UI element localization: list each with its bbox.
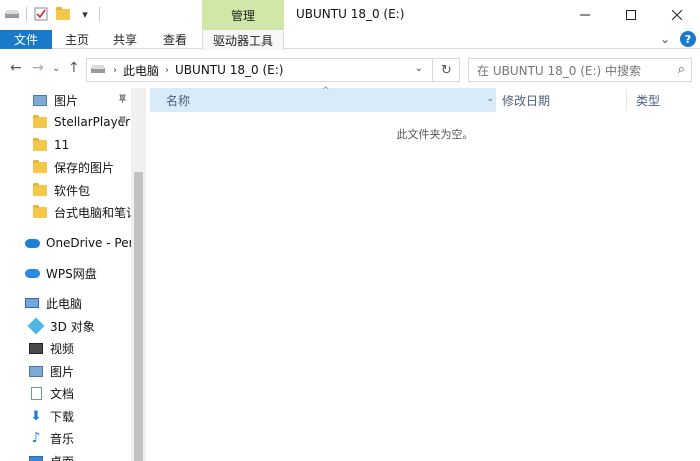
- tab-view[interactable]: 查看: [154, 30, 196, 49]
- minimize-button[interactable]: [562, 0, 608, 30]
- nav-item-label: 台式电脑和笔记: [54, 205, 139, 220]
- navigation-pane: 图片 StellarPlayer 11 保存的图片 软件包 台式电脑和笔记 On…: [0, 88, 146, 461]
- toolbar-divider: [26, 7, 27, 21]
- nav-item-label: 11: [54, 138, 70, 152]
- breadcrumb-drive[interactable]: UBUNTU 18_0 (E:): [175, 63, 283, 77]
- nav-item-label: 软件包: [54, 183, 91, 198]
- window-title: UBUNTU 18_0 (E:): [296, 7, 405, 21]
- nav-item-videos[interactable]: 视频: [28, 337, 74, 359]
- nav-item-this-pc[interactable]: 此电脑: [24, 292, 82, 314]
- folder-icon: [32, 137, 48, 152]
- chevron-down-icon[interactable]: ⌄: [415, 63, 423, 74]
- folder-icon: [32, 204, 48, 219]
- manage-tab[interactable]: 管理: [202, 0, 284, 30]
- dropdown-icon[interactable]: ▾: [77, 6, 93, 22]
- nav-pane-scroll-thumb[interactable]: [134, 172, 143, 461]
- nav-item-onedrive[interactable]: OneDrive - Perso: [24, 232, 146, 254]
- tab-file[interactable]: 文件: [0, 30, 52, 49]
- nav-item-stellarplayer[interactable]: StellarPlayer: [32, 111, 130, 133]
- desktop-icon: [28, 454, 44, 461]
- empty-folder-message: 此文件夹为空。: [396, 128, 474, 141]
- ribbon-tabs: 文件 主页 共享 查看 驱动器工具 ⌄ ?: [0, 30, 700, 50]
- column-header-date-modified[interactable]: 修改日期: [502, 88, 550, 112]
- nav-item-label: 视频: [50, 341, 75, 356]
- cloud-icon: [24, 266, 40, 280]
- title-bar: ▾ 管理 UBUNTU 18_0 (E:): [0, 0, 700, 30]
- picture-icon: [28, 364, 44, 378]
- picture-icon: [32, 93, 48, 107]
- nav-item-label: 此电脑: [46, 296, 83, 311]
- nav-item-desktop-laptop[interactable]: 台式电脑和笔记: [32, 201, 138, 223]
- nav-item-pictures[interactable]: 图片: [28, 360, 74, 382]
- close-button[interactable]: [654, 0, 700, 30]
- folder-icon[interactable]: [55, 6, 71, 22]
- nav-item-desktop[interactable]: 桌面: [28, 450, 74, 461]
- chevron-down-icon[interactable]: ⌄: [660, 32, 670, 46]
- nav-item-music[interactable]: ♪ 音乐: [28, 427, 74, 449]
- address-bar[interactable]: › 此电脑 › UBUNTU 18_0 (E:) ⌄: [86, 58, 460, 82]
- nav-item-label: 文档: [50, 386, 75, 401]
- music-icon: ♪: [31, 430, 41, 446]
- column-divider[interactable]: [626, 90, 627, 110]
- nav-item-downloads[interactable]: ⬇ 下载: [28, 405, 74, 427]
- maximize-button[interactable]: [608, 0, 654, 30]
- refresh-icon[interactable]: ↻: [432, 58, 460, 82]
- folder-icon: [32, 159, 48, 174]
- toolbar-divider: [99, 7, 100, 21]
- nav-item-label: 保存的图片: [54, 160, 115, 175]
- tab-share[interactable]: 共享: [104, 30, 146, 49]
- navigation-bar: ← → ⌄ ↑ › 此电脑 › UBUNTU 18_0 (E:) ⌄ ↻ 在 U…: [0, 50, 700, 88]
- tab-home[interactable]: 主页: [56, 30, 98, 49]
- onedrive-icon: [24, 236, 40, 250]
- search-icon[interactable]: ⌕: [678, 62, 685, 77]
- nav-item-label: 图片: [50, 364, 75, 379]
- forward-arrow-icon[interactable]: →: [32, 60, 44, 76]
- nav-item-3d-objects[interactable]: 3D 对象: [27, 315, 95, 337]
- tab-drive-tools[interactable]: 驱动器工具: [202, 30, 284, 50]
- quick-access-toolbar: ▾: [4, 6, 100, 22]
- nav-item-11[interactable]: 11: [32, 134, 69, 156]
- breadcrumb-separator: ›: [113, 64, 117, 76]
- checkbox-icon[interactable]: [33, 6, 49, 22]
- search-input[interactable]: 在 UBUNTU 18_0 (E:) 中搜索 ⌕: [468, 58, 692, 82]
- nav-item-documents[interactable]: 文档: [28, 382, 74, 404]
- video-icon: [28, 341, 44, 355]
- chevron-down-icon[interactable]: ⌄: [486, 94, 494, 104]
- up-arrow-icon[interactable]: ↑: [68, 60, 80, 76]
- nav-item-label: 音乐: [50, 431, 75, 446]
- nav-item-pictures-pinned[interactable]: 图片: [32, 89, 78, 111]
- nav-item-saved-pictures[interactable]: 保存的图片: [32, 156, 114, 178]
- nav-item-label: 3D 对象: [50, 319, 95, 334]
- folder-icon: [32, 114, 48, 129]
- search-placeholder: 在 UBUNTU 18_0 (E:) 中搜索: [477, 63, 642, 78]
- 3d-objects-icon: [27, 317, 45, 335]
- breadcrumb-separator: ›: [165, 64, 170, 76]
- sort-ascending-icon: ^: [322, 86, 330, 96]
- nav-item-packages[interactable]: 软件包: [32, 179, 90, 201]
- back-arrow-icon[interactable]: ←: [10, 60, 22, 76]
- nav-item-label: 下载: [50, 409, 75, 424]
- nav-item-label: WPS网盘: [46, 266, 97, 281]
- drive-icon: [91, 64, 107, 77]
- column-header-name[interactable]: 名称 ^ ⌄: [150, 86, 496, 112]
- folder-icon: [32, 182, 48, 197]
- file-list: 名称 ^ ⌄ 修改日期 类型 此文件夹为空。: [150, 86, 700, 461]
- nav-item-wps-cloud[interactable]: WPS网盘: [24, 262, 97, 284]
- recent-locations-icon[interactable]: ⌄: [52, 63, 60, 74]
- breadcrumb-this-pc[interactable]: 此电脑: [123, 62, 159, 79]
- pin-icon: [118, 116, 127, 128]
- pin-icon: [118, 94, 127, 106]
- document-icon: [28, 386, 44, 400]
- column-label: 名称: [166, 93, 191, 108]
- column-header-type[interactable]: 类型: [636, 88, 660, 112]
- this-pc-icon: [24, 296, 40, 310]
- download-icon: ⬇: [30, 408, 42, 424]
- nav-item-label: 桌面: [50, 453, 74, 461]
- help-icon[interactable]: ?: [680, 31, 696, 47]
- nav-item-label: 图片: [54, 93, 79, 108]
- drive-icon[interactable]: [4, 6, 20, 22]
